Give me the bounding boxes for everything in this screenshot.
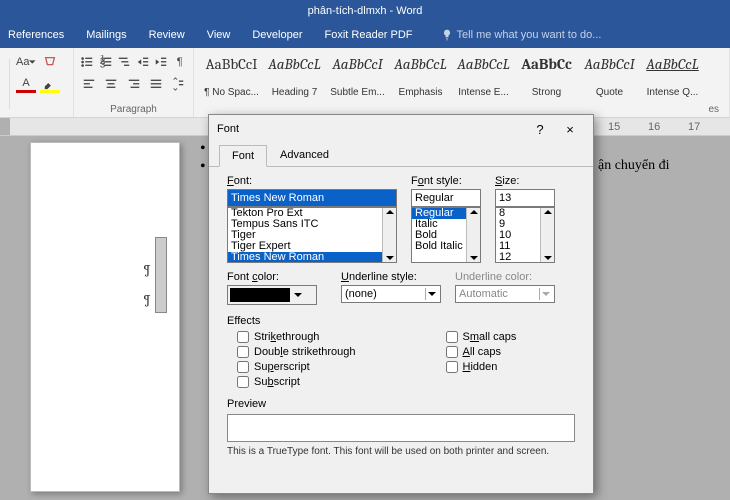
- style-intense-q[interactable]: AaBbCcLIntense Q...: [641, 51, 704, 104]
- chk-sub[interactable]: Subscript: [237, 376, 356, 388]
- font-color-button[interactable]: A: [16, 75, 36, 93]
- paragraph-label: Paragraph: [80, 104, 187, 117]
- doc-text-fragment: ận chuyển đi: [598, 158, 670, 174]
- truetype-note: This is a TrueType font. This font will …: [227, 446, 575, 457]
- tab-references[interactable]: References: [8, 29, 64, 41]
- chk-super[interactable]: Superscript: [237, 361, 356, 373]
- fontstyle-input[interactable]: Regular: [411, 189, 481, 207]
- size-input[interactable]: 13: [495, 189, 555, 207]
- style-heading7[interactable]: AaBbCcLHeading 7: [263, 51, 326, 104]
- align-left-button[interactable]: [80, 75, 98, 93]
- align-center-button[interactable]: [102, 75, 120, 93]
- pilcrow-icon: ¶: [143, 261, 151, 278]
- dialog-title: Font: [217, 123, 525, 135]
- tell-me[interactable]: Tell me what you want to do...: [441, 29, 602, 41]
- justify-button[interactable]: [147, 75, 165, 93]
- chk-hidden[interactable]: Hidden: [446, 361, 517, 373]
- font-dialog: Font ? × Font Advanced Font: Times New R…: [208, 114, 594, 494]
- show-marks-button[interactable]: ¶: [173, 53, 188, 71]
- underlinestyle-select[interactable]: (none): [341, 285, 441, 303]
- svg-text:3: 3: [100, 59, 105, 69]
- scrollbar[interactable]: [382, 208, 396, 262]
- ribbon-cutoff-left: [0, 59, 10, 109]
- fontstyle-label: Font style:: [411, 175, 481, 187]
- font-label: Font:: [227, 175, 397, 187]
- title-bar: phân-tích-dlmxh - Word: [0, 0, 730, 22]
- tab-view[interactable]: View: [207, 29, 231, 41]
- style-no-spacing[interactable]: AaBbCcI¶ No Spac...: [200, 51, 263, 104]
- size-list[interactable]: 8 9 10 11 12: [495, 207, 555, 263]
- group-styles: AaBbCcI¶ No Spac... AaBbCcLHeading 7 AaB…: [194, 48, 730, 117]
- selection-marker: [155, 237, 167, 313]
- fontstyle-list[interactable]: Regular Italic Bold Bold Italic: [411, 207, 481, 263]
- fontcolor-select[interactable]: [227, 285, 317, 305]
- fontcolor-label: Font color:: [227, 271, 327, 283]
- tab-developer[interactable]: Developer: [252, 29, 302, 41]
- close-button[interactable]: ×: [555, 122, 585, 137]
- change-case-button[interactable]: Aa: [16, 53, 36, 71]
- size-label: Size:: [495, 175, 555, 187]
- group-font-partial: Aa A: [10, 48, 74, 117]
- bullets-button[interactable]: [80, 53, 95, 71]
- line-spacing-button[interactable]: [169, 75, 187, 93]
- clear-format-button[interactable]: [40, 53, 60, 71]
- dialog-titlebar[interactable]: Font ? ×: [209, 115, 593, 143]
- style-subtle-em[interactable]: AaBbCcISubtle Em...: [326, 51, 389, 104]
- ribbon-tabs: References Mailings Review View Develope…: [0, 22, 730, 48]
- font-input[interactable]: Times New Roman: [227, 189, 397, 207]
- scrollbar[interactable]: [540, 208, 554, 262]
- ribbon: Aa A 123 ¶ Paragraph AaBbCcI¶ No Spac...: [0, 48, 730, 118]
- highlight-button[interactable]: [40, 75, 60, 93]
- numbering-button[interactable]: 123: [99, 53, 114, 71]
- increase-indent-button[interactable]: [154, 53, 169, 71]
- tab-foxit[interactable]: Foxit Reader PDF: [325, 29, 413, 41]
- style-quote[interactable]: AaBbCcIQuote: [578, 51, 641, 104]
- preview-box: [227, 414, 575, 442]
- group-paragraph: 123 ¶ Paragraph: [74, 48, 194, 117]
- scrollbar[interactable]: [466, 208, 480, 262]
- multilevel-button[interactable]: [117, 53, 132, 71]
- page[interactable]: ¶ ¶: [30, 142, 180, 492]
- preview-label: Preview: [227, 398, 575, 410]
- chk-allcaps[interactable]: All caps: [446, 346, 517, 358]
- chk-smallcaps[interactable]: Small caps: [446, 331, 517, 343]
- decrease-indent-button[interactable]: [136, 53, 151, 71]
- tab-advanced[interactable]: Advanced: [267, 144, 342, 166]
- effects-label: Effects: [227, 315, 575, 327]
- underlinestyle-label: Underline style:: [341, 271, 441, 283]
- style-emphasis[interactable]: AaBbCcLEmphasis: [389, 51, 452, 104]
- lightbulb-icon: [441, 29, 453, 41]
- font-list[interactable]: Tekton Pro Ext Tempus Sans ITC Tiger Tig…: [227, 207, 397, 263]
- align-right-button[interactable]: [124, 75, 142, 93]
- bullet-marks: ••: [200, 140, 206, 176]
- dialog-tabs: Font Advanced: [209, 143, 593, 167]
- tab-font[interactable]: Font: [219, 145, 267, 167]
- style-intense-em[interactable]: AaBbCcLIntense E...: [452, 51, 515, 104]
- document-title: phân-tích-dlmxh - Word: [308, 5, 423, 17]
- style-strong[interactable]: AaBbCcStrong: [515, 51, 578, 104]
- underlinecolor-label: Underline color:: [455, 271, 555, 283]
- pilcrow-icon: ¶: [143, 291, 151, 308]
- tab-review[interactable]: Review: [149, 29, 185, 41]
- tab-mailings[interactable]: Mailings: [86, 29, 126, 41]
- help-button[interactable]: ?: [525, 122, 555, 137]
- underlinecolor-select: Automatic: [455, 285, 555, 303]
- chk-strike[interactable]: Strikethrough: [237, 331, 356, 343]
- chk-dblstrike[interactable]: Double strikethrough: [237, 346, 356, 358]
